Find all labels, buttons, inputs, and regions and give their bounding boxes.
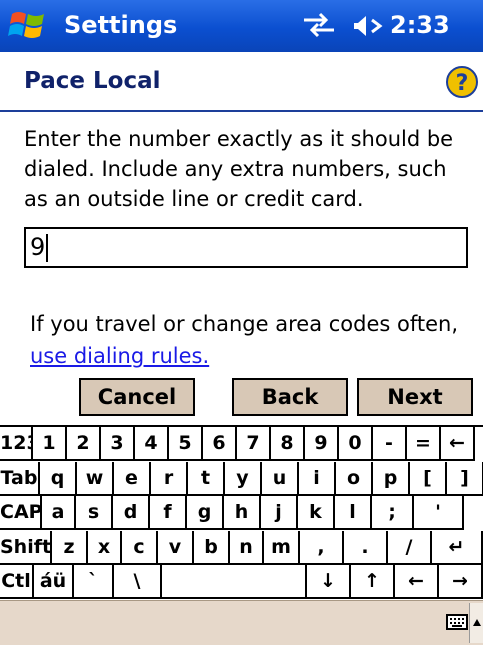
key-9[interactable]: 9	[305, 427, 339, 461]
volume-icon[interactable]	[352, 12, 386, 40]
keyboard-row: 1231234567890-=←	[0, 427, 475, 461]
key-0[interactable]: 0	[339, 427, 373, 461]
back-button[interactable]: Back	[232, 378, 348, 416]
text-caret	[46, 234, 49, 262]
key-1[interactable]: 1	[33, 427, 67, 461]
key-j[interactable]: j	[261, 496, 298, 530]
windows-start-icon[interactable]	[8, 8, 48, 44]
on-screen-keyboard: 1231234567890-=←Tabqwertyuiop[]CAPasdfgh…	[0, 425, 483, 602]
keyboard-row: CAP a s d f g h j k l; '	[0, 496, 464, 530]
key-f[interactable]: f	[150, 496, 187, 530]
keyboard-row: Shift z x c v b n m,. / ↵	[0, 530, 483, 565]
app-title: Settings	[64, 11, 178, 39]
key-w[interactable]: w	[77, 461, 114, 496]
arrow-up-key[interactable]: ↑	[351, 565, 395, 599]
instructions-text: Enter the number exactly as it should be…	[24, 127, 454, 211]
key-i[interactable]: i	[299, 461, 336, 496]
key-][interactable]: ]	[447, 461, 483, 496]
arrow-down-key[interactable]: ↓	[307, 565, 351, 599]
enter-key[interactable]: ↵	[432, 530, 483, 565]
key-6[interactable]: 6	[203, 427, 237, 461]
clock[interactable]: 2:33	[390, 11, 450, 39]
svg-text:?: ?	[456, 71, 469, 96]
connectivity-icon[interactable]	[302, 12, 336, 38]
tab-key[interactable]: Tab	[0, 461, 40, 496]
key-2[interactable]: 2	[67, 427, 101, 461]
next-button[interactable]: Next	[357, 378, 473, 416]
international-key[interactable]: áü	[34, 565, 74, 599]
phone-number-value: 9	[30, 233, 46, 261]
page-header: Pace Local ?	[0, 52, 483, 112]
travel-hint-text: If you travel or change area codes often…	[30, 312, 459, 336]
backspace-key[interactable]: ←	[441, 427, 475, 461]
spacebar-key[interactable]	[162, 565, 307, 599]
key-8[interactable]: 8	[271, 427, 305, 461]
key-7[interactable]: 7	[237, 427, 271, 461]
input-panel-arrow-button[interactable]	[469, 603, 483, 643]
caps-lock-key[interactable]: CAP	[0, 496, 42, 530]
key-.[interactable]: .	[344, 530, 388, 565]
key-/[interactable]: /	[388, 530, 432, 565]
page-title: Pace Local	[24, 68, 161, 94]
key-r[interactable]: r	[151, 461, 188, 496]
key-a[interactable]: a	[42, 496, 76, 530]
key-u[interactable]: u	[262, 461, 299, 496]
key-s[interactable]: s	[76, 496, 113, 530]
key-t[interactable]: t	[188, 461, 225, 496]
key-m[interactable]: m	[264, 530, 300, 565]
title-bar: Settings 2:33	[0, 0, 483, 52]
numbers-key[interactable]: 123	[0, 427, 33, 461]
key-e[interactable]: e	[114, 461, 151, 496]
key-[[interactable]: [	[410, 461, 447, 496]
key-b[interactable]: b	[194, 530, 230, 565]
cancel-button[interactable]: Cancel	[79, 378, 195, 416]
phone-number-input[interactable]: 9	[24, 227, 468, 268]
key-o[interactable]: o	[336, 461, 373, 496]
key-k[interactable]: k	[298, 496, 335, 530]
keyboard-icon[interactable]	[446, 611, 468, 633]
help-icon[interactable]: ?	[445, 65, 479, 99]
key-3[interactable]: 3	[101, 427, 135, 461]
key-n[interactable]: n	[230, 530, 264, 565]
key-h[interactable]: h	[224, 496, 261, 530]
arrow-left-key[interactable]: ←	[395, 565, 439, 599]
key-x[interactable]: x	[88, 530, 122, 565]
key-c[interactable]: c	[122, 530, 158, 565]
shift-key[interactable]: Shift	[0, 530, 52, 565]
key-4[interactable]: 4	[135, 427, 169, 461]
key-q[interactable]: q	[40, 461, 77, 496]
key-d[interactable]: d	[113, 496, 150, 530]
key-\[interactable]: \	[114, 565, 162, 599]
key-p[interactable]: p	[373, 461, 410, 496]
key--[interactable]: -	[373, 427, 407, 461]
key-5[interactable]: 5	[169, 427, 203, 461]
keyboard-row: Ctl áü ` \ ↓ ↑ ← →	[0, 565, 483, 599]
key-'[interactable]: '	[414, 496, 464, 530]
arrow-right-key[interactable]: →	[439, 565, 483, 599]
key-`[interactable]: `	[74, 565, 114, 599]
key-y[interactable]: y	[225, 461, 262, 496]
ctrl-key[interactable]: Ctl	[0, 565, 34, 599]
bottom-taskbar	[0, 600, 483, 645]
key-z[interactable]: z	[52, 530, 88, 565]
dialing-rules-link[interactable]: use dialing rules.	[30, 344, 209, 368]
keyboard-row: Tab q w e r t y u i o p[]	[0, 461, 483, 496]
key-l[interactable]: l	[335, 496, 372, 530]
chevron-up-icon	[473, 619, 481, 626]
key-v[interactable]: v	[158, 530, 194, 565]
key-=[interactable]: =	[407, 427, 441, 461]
key-;[interactable]: ;	[372, 496, 414, 530]
key-,[interactable]: ,	[300, 530, 344, 565]
key-g[interactable]: g	[187, 496, 224, 530]
